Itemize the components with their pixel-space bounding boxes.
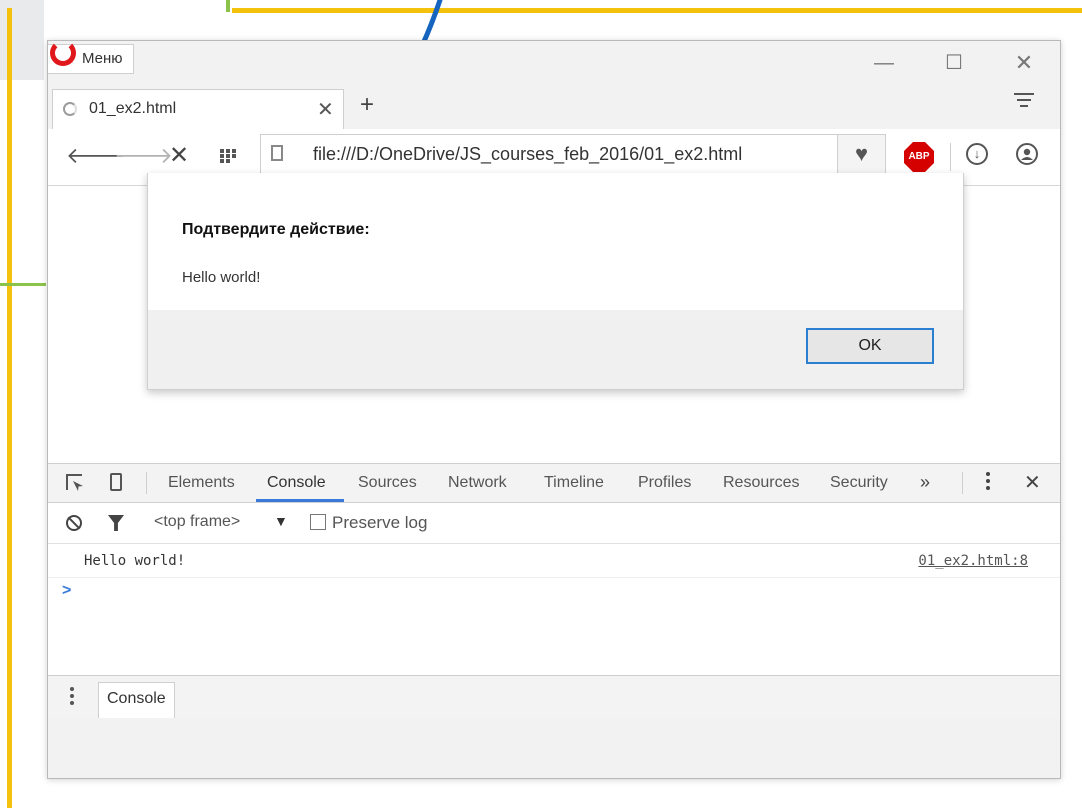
file-icon	[271, 145, 283, 161]
frame-dropdown-arrow-icon[interactable]: ▼	[274, 513, 288, 529]
active-tab-underline	[256, 499, 344, 502]
devtools-panel: Elements Console Sources Network Timelin…	[48, 463, 1060, 778]
console-log-row: Hello world! 01_ex2.html:8	[48, 544, 1060, 578]
bookmark-heart-button[interactable]: ♥	[838, 134, 886, 174]
console-prompt-icon[interactable]: >	[62, 582, 71, 600]
tab-menu-icon[interactable]	[1014, 93, 1034, 111]
download-button[interactable]: ↓	[966, 143, 988, 165]
inspect-element-icon[interactable]	[66, 474, 82, 490]
ok-button[interactable]: OK	[806, 328, 934, 364]
more-tabs-icon[interactable]: »	[920, 472, 930, 493]
log-message: Hello world!	[84, 553, 186, 569]
dialog-footer: OK	[148, 310, 963, 389]
loading-spinner-icon	[63, 102, 77, 116]
tab-title: 01_ex2.html	[89, 100, 177, 117]
devtools-menu-icon[interactable]	[986, 472, 990, 493]
log-source-link[interactable]: 01_ex2.html:8	[918, 553, 1028, 569]
devtools-tabbar: Elements Console Sources Network Timelin…	[48, 464, 1060, 503]
preserve-log-label: Preserve log	[332, 513, 428, 532]
tab-console[interactable]: Console	[267, 474, 326, 492]
title-bar: Меню — ☐ ✕	[48, 41, 1060, 81]
menu-label: Меню	[82, 50, 123, 67]
preserve-log-checkbox[interactable]	[310, 514, 326, 530]
filter-icon[interactable]	[108, 515, 124, 531]
toolbar-divider	[950, 143, 951, 171]
console-toolbar: <top frame> ▼ Preserve log	[48, 503, 1060, 544]
slide-green-line-vertical	[226, 0, 230, 12]
console-drawer-bar: Console	[48, 675, 1060, 719]
drawer-tab-console[interactable]: Console	[98, 682, 175, 718]
account-button[interactable]	[1016, 143, 1038, 165]
frame-selector[interactable]: <top frame>	[154, 513, 240, 531]
tab-timeline[interactable]: Timeline	[544, 474, 604, 492]
window-close-button[interactable]: ✕	[1004, 49, 1044, 77]
drawer-body	[48, 718, 1060, 778]
slide-yellow-line-top	[232, 8, 1082, 13]
minimize-button[interactable]: —	[864, 49, 904, 77]
heart-icon: ♥	[854, 141, 869, 166]
opera-menu-button[interactable]: Меню	[48, 41, 134, 74]
slide-green-line-horizontal	[0, 283, 46, 286]
adblock-plus-button[interactable]: ABP	[904, 142, 934, 172]
speed-dial-button[interactable]	[214, 141, 244, 171]
drawer-menu-icon[interactable]	[70, 687, 74, 708]
clear-console-icon[interactable]	[66, 515, 82, 531]
tab-close-icon[interactable]: ✕	[317, 97, 334, 122]
back-button[interactable]: 🡐	[66, 141, 125, 171]
speed-dial-icon	[220, 149, 238, 163]
new-tab-button[interactable]: +	[360, 91, 374, 119]
tab-elements[interactable]: Elements	[168, 474, 235, 492]
dialog-message: Hello world!	[182, 269, 261, 286]
tab-strip: 01_ex2.html ✕ +	[48, 81, 1060, 129]
url-text: file:///D:/OneDrive/JS_courses_feb_2016/…	[313, 144, 743, 164]
opera-logo-icon	[50, 41, 76, 66]
tab-network[interactable]: Network	[448, 474, 507, 492]
tab-security[interactable]: Security	[830, 474, 888, 492]
dialog-title: Подтвердите действие:	[182, 221, 370, 238]
confirm-dialog: Подтвердите действие: Hello world! OK	[147, 173, 964, 390]
devtools-close-icon[interactable]: ✕	[1024, 470, 1041, 495]
address-bar[interactable]: file:///D:/OneDrive/JS_courses_feb_2016/…	[260, 134, 838, 174]
tab-profiles[interactable]: Profiles	[638, 474, 691, 492]
maximize-button[interactable]: ☐	[934, 49, 974, 77]
devtools-divider-right	[962, 472, 963, 494]
slide-yellow-line-left	[7, 8, 12, 808]
stop-button[interactable]: ✕	[164, 141, 194, 171]
device-mode-icon[interactable]	[110, 473, 122, 491]
browser-window: Меню — ☐ ✕ 01_ex2.html ✕ + 🡐 🡒 ✕ file://…	[47, 40, 1061, 779]
browser-tab-active[interactable]: 01_ex2.html ✕	[52, 89, 344, 129]
user-icon	[1021, 148, 1033, 160]
devtools-divider	[146, 472, 147, 494]
tab-resources[interactable]: Resources	[723, 474, 799, 492]
tab-sources[interactable]: Sources	[358, 474, 417, 492]
forward-button[interactable]: 🡒	[114, 141, 173, 171]
